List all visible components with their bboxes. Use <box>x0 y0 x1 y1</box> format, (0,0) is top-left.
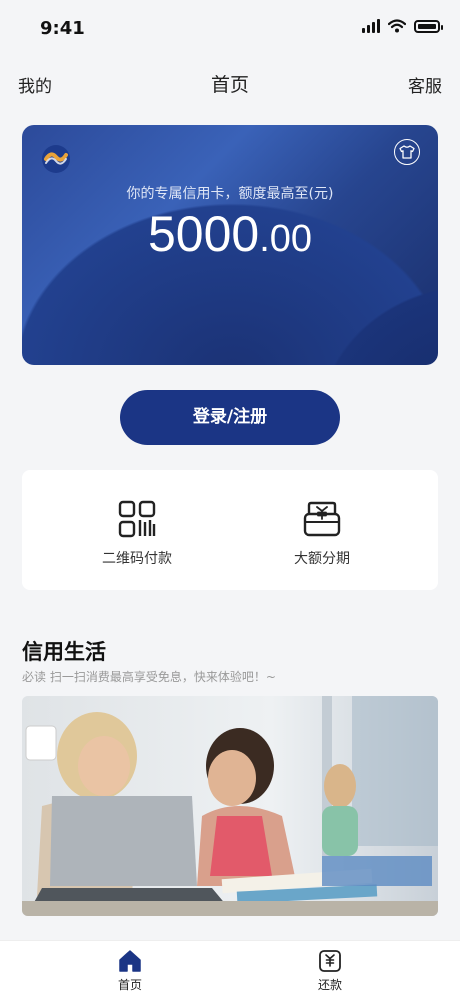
credit-limit-amount: 5000.00 <box>22 205 438 263</box>
status-time: 9:41 <box>40 18 85 39</box>
amount-decimal: .00 <box>259 218 313 260</box>
service-label: 大额分期 <box>294 551 350 567</box>
service-installment[interactable]: 大额分期 <box>247 500 397 568</box>
top-nav: 我的 首页 客服 <box>0 60 460 104</box>
tab-repay[interactable]: 还款 <box>290 949 370 993</box>
wifi-icon <box>388 19 406 33</box>
status-icons <box>362 19 443 33</box>
service-qr-payment[interactable]: 二维码付款 <box>62 500 212 568</box>
nav-service-link[interactable]: 客服 <box>408 72 442 97</box>
credit-card-banner[interactable]: 你的专属信用卡，额度最高至(元) 5000.00 <box>22 125 438 365</box>
service-label: 二维码付款 <box>102 551 172 567</box>
card-caption: 你的专属信用卡，额度最高至(元) <box>126 186 334 202</box>
cellular-signal-icon <box>362 19 380 33</box>
promo-photo-banner[interactable] <box>22 696 438 916</box>
status-bar: 9:41 <box>0 0 460 56</box>
home-icon <box>118 949 142 973</box>
tab-label: 还款 <box>317 978 342 992</box>
repay-icon <box>318 949 342 973</box>
bottom-tab-bar: 首页 还款 <box>0 940 460 997</box>
bank-logo-icon <box>42 145 70 173</box>
amount-integer: 5000 <box>147 206 260 262</box>
page-title: 首页 <box>210 74 249 96</box>
battery-icon <box>414 19 443 33</box>
installment-icon <box>303 500 341 538</box>
section-subtitle: 必读 扫一扫消费最高享受免息，快来体验吧！~ <box>22 670 276 684</box>
section-title: 信用生活 <box>22 640 106 664</box>
services-panel: 二维码付款 大额分期 <box>22 470 438 590</box>
card-skin-icon[interactable] <box>394 139 420 165</box>
login-register-button[interactable]: 登录/注册 <box>120 390 340 445</box>
tab-label: 首页 <box>117 978 142 992</box>
tab-home[interactable]: 首页 <box>90 949 170 993</box>
qr-code-icon <box>118 500 156 538</box>
